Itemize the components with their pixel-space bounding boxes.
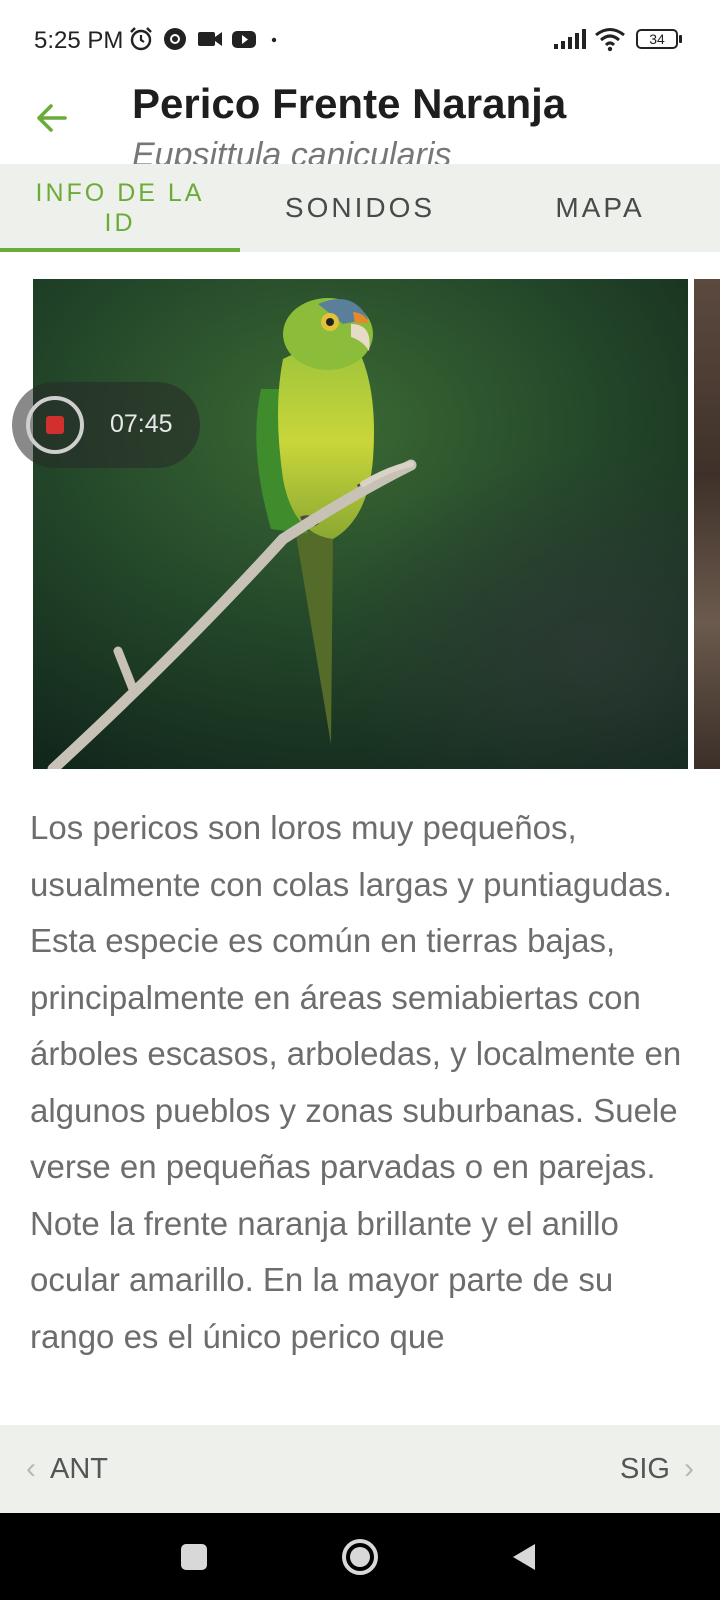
- next-button[interactable]: SIG ›: [620, 1425, 694, 1513]
- stop-recording-button[interactable]: [26, 396, 84, 454]
- tab-map[interactable]: MAPA: [480, 164, 720, 252]
- arrow-left-icon: [37, 104, 67, 132]
- status-time: 5:25 PM: [34, 27, 124, 54]
- scientific-name: Eupsittula canicularis: [132, 136, 452, 164]
- chevron-left-icon: ‹: [26, 1452, 36, 1485]
- parakeet-image: [33, 279, 688, 769]
- tab-sounds[interactable]: SONIDOS: [240, 164, 480, 252]
- recents-button[interactable]: [154, 1513, 234, 1600]
- back-system-button[interactable]: [484, 1513, 564, 1600]
- tab-bar: INFO DE LA ID SONIDOS MAPA: [0, 164, 720, 252]
- square-icon: [181, 1543, 207, 1570]
- back-button[interactable]: [22, 88, 82, 148]
- battery-icon: 34: [636, 29, 682, 51]
- video-camera-icon: [198, 32, 222, 46]
- next-photo-preview[interactable]: [694, 279, 720, 769]
- tab-sounds-label: SONIDOS: [284, 192, 436, 223]
- chevron-right-icon: ›: [684, 1452, 694, 1485]
- signal-icon: [554, 29, 586, 49]
- circle-icon: [342, 1538, 378, 1575]
- tab-info-label: INFO DE LA ID: [35, 179, 205, 237]
- recording-timer: 07:45: [110, 410, 173, 438]
- previous-button[interactable]: ‹ ANT: [26, 1425, 108, 1513]
- screen-recorder-overlay[interactable]: 07:45: [12, 382, 200, 468]
- alarm-icon: [130, 27, 152, 51]
- wifi-icon: [595, 28, 625, 52]
- bird-photo[interactable]: [33, 279, 688, 769]
- stop-icon: [46, 416, 64, 434]
- status-bar: 5:25 PM 34: [0, 0, 720, 80]
- app-header: Perico Frente Naranja Eupsittula canicul…: [0, 80, 720, 164]
- system-navigation-bar: [0, 1513, 720, 1600]
- species-description: Los pericos son loros muy pequeños, usua…: [30, 809, 682, 1355]
- previous-label: ANT: [50, 1452, 108, 1485]
- battery-level: 34: [636, 29, 678, 49]
- tab-map-label: MAPA: [555, 192, 645, 223]
- youtube-icon: [232, 31, 256, 48]
- dot-icon: [271, 37, 277, 43]
- next-label: SIG: [620, 1452, 670, 1485]
- chrome-icon: [164, 28, 186, 50]
- page-title: Perico Frente Naranja: [132, 80, 567, 127]
- home-button[interactable]: [320, 1513, 400, 1600]
- species-nav-bar: ‹ ANT SIG ›: [0, 1425, 720, 1513]
- tab-info[interactable]: INFO DE LA ID: [0, 164, 240, 252]
- triangle-back-icon: [513, 1543, 535, 1570]
